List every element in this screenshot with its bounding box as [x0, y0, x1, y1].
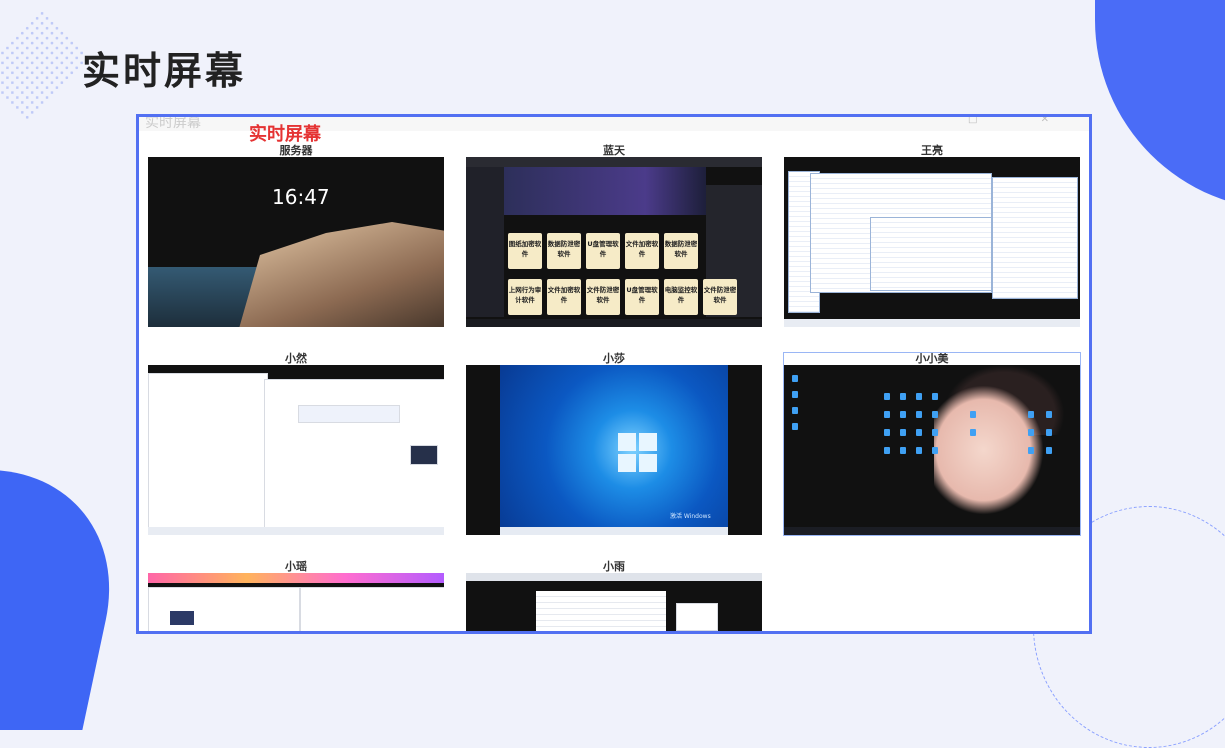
tile-label: 小小美 — [915, 352, 949, 365]
screen-tile[interactable]: 小莎 激活 Windows — [466, 353, 762, 535]
screen-tile[interactable]: 小然 — [148, 353, 444, 535]
promo-card: 图纸加密软件 — [508, 233, 542, 269]
promo-card: U盘管理软件 — [625, 279, 659, 315]
decoration-dots — [0, 8, 92, 122]
activation-watermark: 激活 Windows — [670, 513, 711, 520]
screen-thumbnail[interactable] — [148, 573, 444, 631]
window-title: 实时屏幕 — [145, 115, 201, 131]
tile-label: 小雨 — [603, 560, 625, 573]
screen-thumbnail[interactable] — [784, 157, 1080, 327]
screen-tile[interactable]: 小瑶 — [148, 560, 444, 631]
lock-clock: 16:47 — [272, 185, 330, 209]
windows-logo-icon — [618, 433, 658, 473]
window-header-label: 实时屏幕 — [249, 124, 321, 145]
screen-tile[interactable]: 小雨 — [466, 560, 762, 631]
screen-thumbnail[interactable] — [466, 573, 762, 631]
screen-thumbnail[interactable]: 图纸加密软件 数据防泄密软件 U盘管理软件 文件加密软件 数据防泄密软件 上网行… — [466, 157, 762, 327]
tile-label: 服务器 — [279, 144, 313, 157]
screen-thumbnail[interactable] — [784, 365, 1080, 535]
decoration-right-shape — [1095, 0, 1225, 210]
screen-tile[interactable]: 服务器 16:47 — [148, 145, 444, 327]
page-title: 实时屏幕 — [82, 49, 247, 93]
screen-tile[interactable]: 王亮 — [784, 145, 1080, 327]
promo-card: 文件加密软件 — [547, 279, 581, 315]
tile-label: 王亮 — [921, 144, 943, 157]
screen-thumbnail[interactable]: 激活 Windows — [466, 365, 762, 535]
promo-card: 电脑监控软件 — [664, 279, 698, 315]
screen-thumbnail[interactable] — [148, 365, 444, 535]
tile-label: 小瑶 — [285, 560, 307, 573]
promo-card: U盘管理软件 — [586, 233, 620, 269]
screen-thumbnail[interactable]: 16:47 — [148, 157, 444, 327]
promo-card: 上网行为审计软件 — [508, 279, 542, 315]
screen-tile[interactable]: 蓝天 图纸加密软件 数据防泄密软件 U盘管理软件 文件加密软件 数据防泄密软件 … — [466, 145, 762, 327]
tile-label: 蓝天 — [603, 144, 625, 157]
promo-card: 数据防泄密软件 — [547, 233, 581, 269]
promo-card: 文件防泄密软件 — [703, 279, 737, 315]
screen-tile[interactable]: 小小美 — [783, 352, 1081, 536]
promo-card: 文件防泄密软件 — [586, 279, 620, 315]
screen-monitor-window: 实时屏幕 □ ✕ 实时屏幕 服务器 16:47 蓝天 图纸加密软件 数据防泄密软… — [136, 114, 1092, 634]
decoration-left-shape — [0, 470, 138, 730]
tile-label: 小莎 — [603, 352, 625, 365]
tile-label: 小然 — [285, 352, 307, 365]
promo-card: 数据防泄密软件 — [664, 233, 698, 269]
promo-card: 文件加密软件 — [625, 233, 659, 269]
window-controls[interactable]: □ ✕ — [968, 117, 1079, 125]
